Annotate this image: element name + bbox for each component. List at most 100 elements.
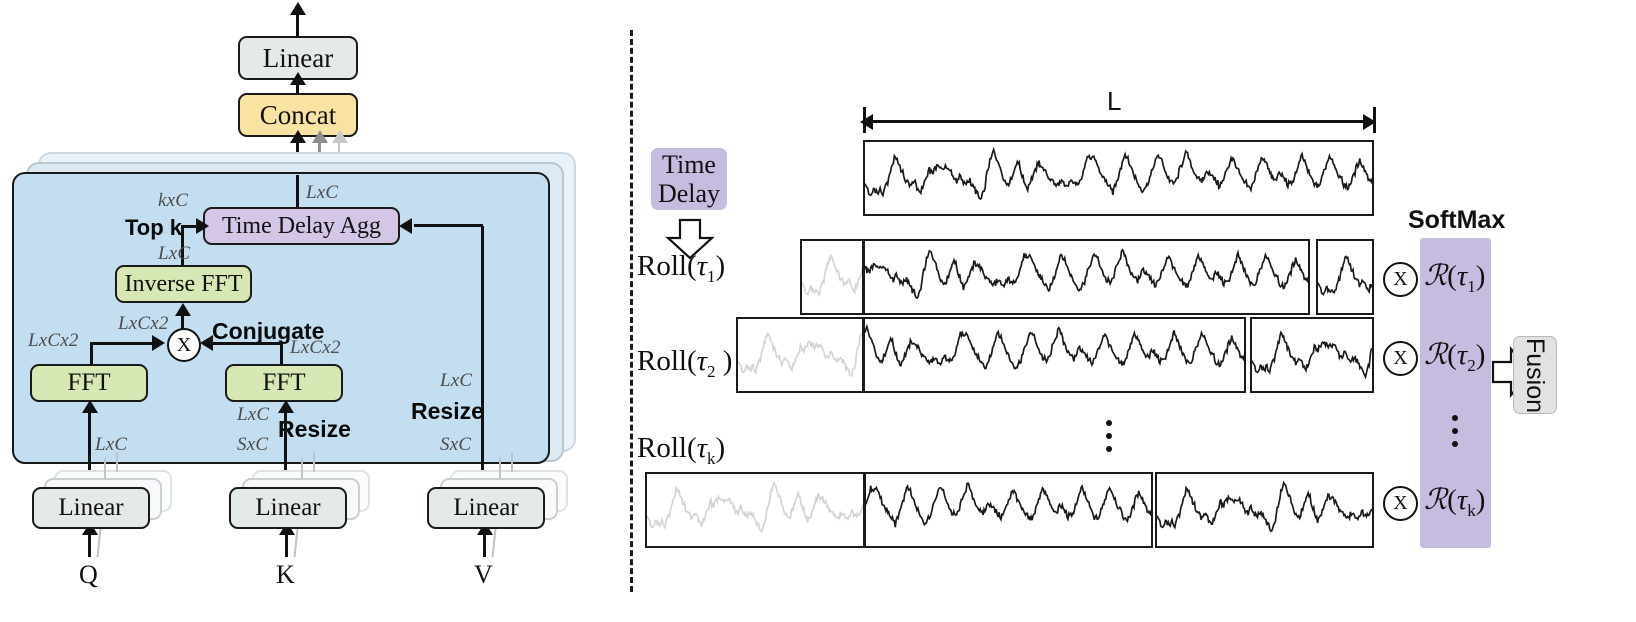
rollk-text: Roll( bbox=[637, 432, 697, 464]
figure-canvas: Linear Concat LxC Time Delay Agg kxC Top… bbox=[0, 0, 1636, 622]
softmax-vertical-dots bbox=[1452, 415, 1458, 447]
time-delay-agg-block[interactable]: Time Delay Agg bbox=[203, 207, 400, 245]
line-fftleft-corner bbox=[90, 342, 93, 366]
linear-k-label: Linear bbox=[255, 494, 321, 521]
rows-vertical-dots bbox=[1106, 420, 1112, 452]
length-arrow-line bbox=[866, 120, 1374, 123]
rollk-sub: k bbox=[707, 448, 716, 468]
line-fftright-corner bbox=[280, 342, 283, 366]
arrowhead-concat-to-linear bbox=[290, 72, 306, 85]
corr2-sub: 2 bbox=[1467, 355, 1476, 375]
dim-topk-out: kxC bbox=[158, 190, 189, 211]
concat-label: Concat bbox=[259, 99, 337, 130]
series-row-1-wrap bbox=[800, 239, 864, 315]
series-row-3-wrap-plot bbox=[647, 480, 863, 533]
dim-fft-right-in: LxC bbox=[237, 404, 270, 425]
dim-mul-out: LxCx2 bbox=[118, 313, 169, 334]
series-row-1-tail-plot bbox=[1318, 255, 1372, 296]
dim-k-in: SxC bbox=[237, 434, 269, 455]
dot-3 bbox=[1106, 446, 1112, 452]
roll2-tau: τ bbox=[696, 345, 708, 377]
rollk-tau: τ bbox=[696, 432, 708, 464]
series-row-2-tail-plot bbox=[1252, 330, 1372, 380]
arrowhead-head1 bbox=[290, 130, 306, 143]
corr2-symbol: ℛ bbox=[1424, 339, 1448, 371]
dot-1 bbox=[1106, 420, 1112, 426]
roll-tau-k-label: Roll(τk) bbox=[637, 432, 725, 469]
dim-q-in: LxC bbox=[95, 434, 128, 455]
linear-q-block[interactable]: Linear bbox=[32, 487, 150, 529]
length-label: L bbox=[1107, 86, 1122, 116]
corr1-symbol: ℛ bbox=[1424, 260, 1448, 292]
linear-k-block[interactable]: Linear bbox=[229, 487, 347, 529]
series-row-1-main bbox=[863, 239, 1310, 315]
multiply-symbol-row-3: X bbox=[1393, 492, 1408, 514]
multiply-symbol-row-2: X bbox=[1393, 347, 1408, 369]
multiply-circle-row-2[interactable]: X bbox=[1383, 341, 1418, 376]
line-agg-to-concat bbox=[296, 175, 299, 210]
corrk-tau: τ bbox=[1456, 484, 1468, 516]
sm-dot-1 bbox=[1452, 415, 1458, 421]
arrowhead-out-top bbox=[290, 2, 306, 15]
time-delay-line2: Delay bbox=[657, 179, 721, 208]
time-delay-badge: Time Delay bbox=[651, 148, 727, 210]
time-delay-agg-label: Time Delay Agg bbox=[221, 212, 382, 239]
length-tick-left bbox=[863, 107, 866, 133]
series-row-1-wrap-plot bbox=[802, 253, 862, 298]
length-arrow-left-head bbox=[860, 114, 873, 130]
linear-output-label: Linear bbox=[262, 42, 334, 73]
fft-right-label: FFT bbox=[262, 369, 306, 396]
series-row-1-main-plot bbox=[865, 248, 1308, 300]
arrowhead-mul-to-ifft bbox=[175, 303, 191, 316]
multiply-symbol: X bbox=[176, 333, 192, 356]
resize-k-label: Resize bbox=[278, 416, 351, 442]
dim-v-in: SxC bbox=[440, 434, 472, 455]
sm-dot-2 bbox=[1452, 428, 1458, 434]
dim-v-resized: LxC bbox=[440, 370, 473, 391]
stub-k-ghost2 bbox=[313, 452, 316, 472]
linear-v-block[interactable]: Linear bbox=[427, 487, 545, 529]
dim-ifft-out: LxC bbox=[158, 243, 191, 264]
fft-left-block[interactable]: FFT bbox=[30, 364, 148, 402]
fusion-block[interactable]: Fusion bbox=[1513, 336, 1557, 414]
panel-divider bbox=[630, 30, 633, 592]
corrk-symbol: ℛ bbox=[1424, 484, 1448, 516]
series-row-2-tail bbox=[1250, 317, 1374, 393]
series-row-3-tail-plot bbox=[1157, 480, 1372, 533]
series-row-3-main bbox=[864, 472, 1153, 548]
time-delay-line1: Time bbox=[662, 149, 716, 179]
arrowhead-head2 bbox=[312, 130, 328, 143]
arrowhead-v-into-agg bbox=[399, 218, 412, 234]
linear-q-label: Linear bbox=[58, 494, 124, 521]
softmax-label: SoftMax bbox=[1408, 206, 1506, 234]
roll2-sub: 2 bbox=[707, 361, 716, 381]
line-v-into-agg bbox=[414, 224, 483, 227]
series-row-0-main bbox=[863, 140, 1374, 216]
stub-v-ghost2 bbox=[511, 452, 514, 472]
linear-v-label: Linear bbox=[453, 494, 519, 521]
multiply-circle[interactable]: X bbox=[167, 328, 201, 362]
inverse-fft-label: Inverse FFT bbox=[124, 270, 243, 297]
arrowhead-topk-into-agg bbox=[196, 218, 209, 234]
inverse-fft-block[interactable]: Inverse FFT bbox=[115, 265, 252, 303]
multiply-circle-row-1[interactable]: X bbox=[1383, 262, 1418, 297]
multiply-circle-row-3[interactable]: X bbox=[1383, 486, 1418, 521]
input-k-label: K bbox=[276, 560, 295, 589]
series-row-2-wrap-plot bbox=[738, 331, 862, 377]
corr-tau-1-label: ℛ(τ1) bbox=[1424, 260, 1486, 296]
arrowhead-k-into-fftright bbox=[278, 400, 294, 413]
input-q-label: Q bbox=[79, 560, 98, 589]
corr2-tau: τ bbox=[1456, 339, 1468, 371]
roll1-close: ) bbox=[715, 250, 726, 282]
corr1-sub: 1 bbox=[1467, 276, 1476, 296]
roll2-close: ) bbox=[715, 345, 733, 377]
line-fftright-h bbox=[205, 342, 283, 345]
stub-q-ghost2 bbox=[116, 452, 119, 472]
fft-right-block[interactable]: FFT bbox=[225, 364, 343, 402]
line-v-up bbox=[481, 226, 484, 494]
corr1-tau: τ bbox=[1456, 260, 1468, 292]
fusion-label: Fusion bbox=[1521, 337, 1550, 413]
series-row-2-main bbox=[863, 317, 1246, 393]
dot-2 bbox=[1106, 433, 1112, 439]
length-tick-right bbox=[1373, 107, 1376, 133]
